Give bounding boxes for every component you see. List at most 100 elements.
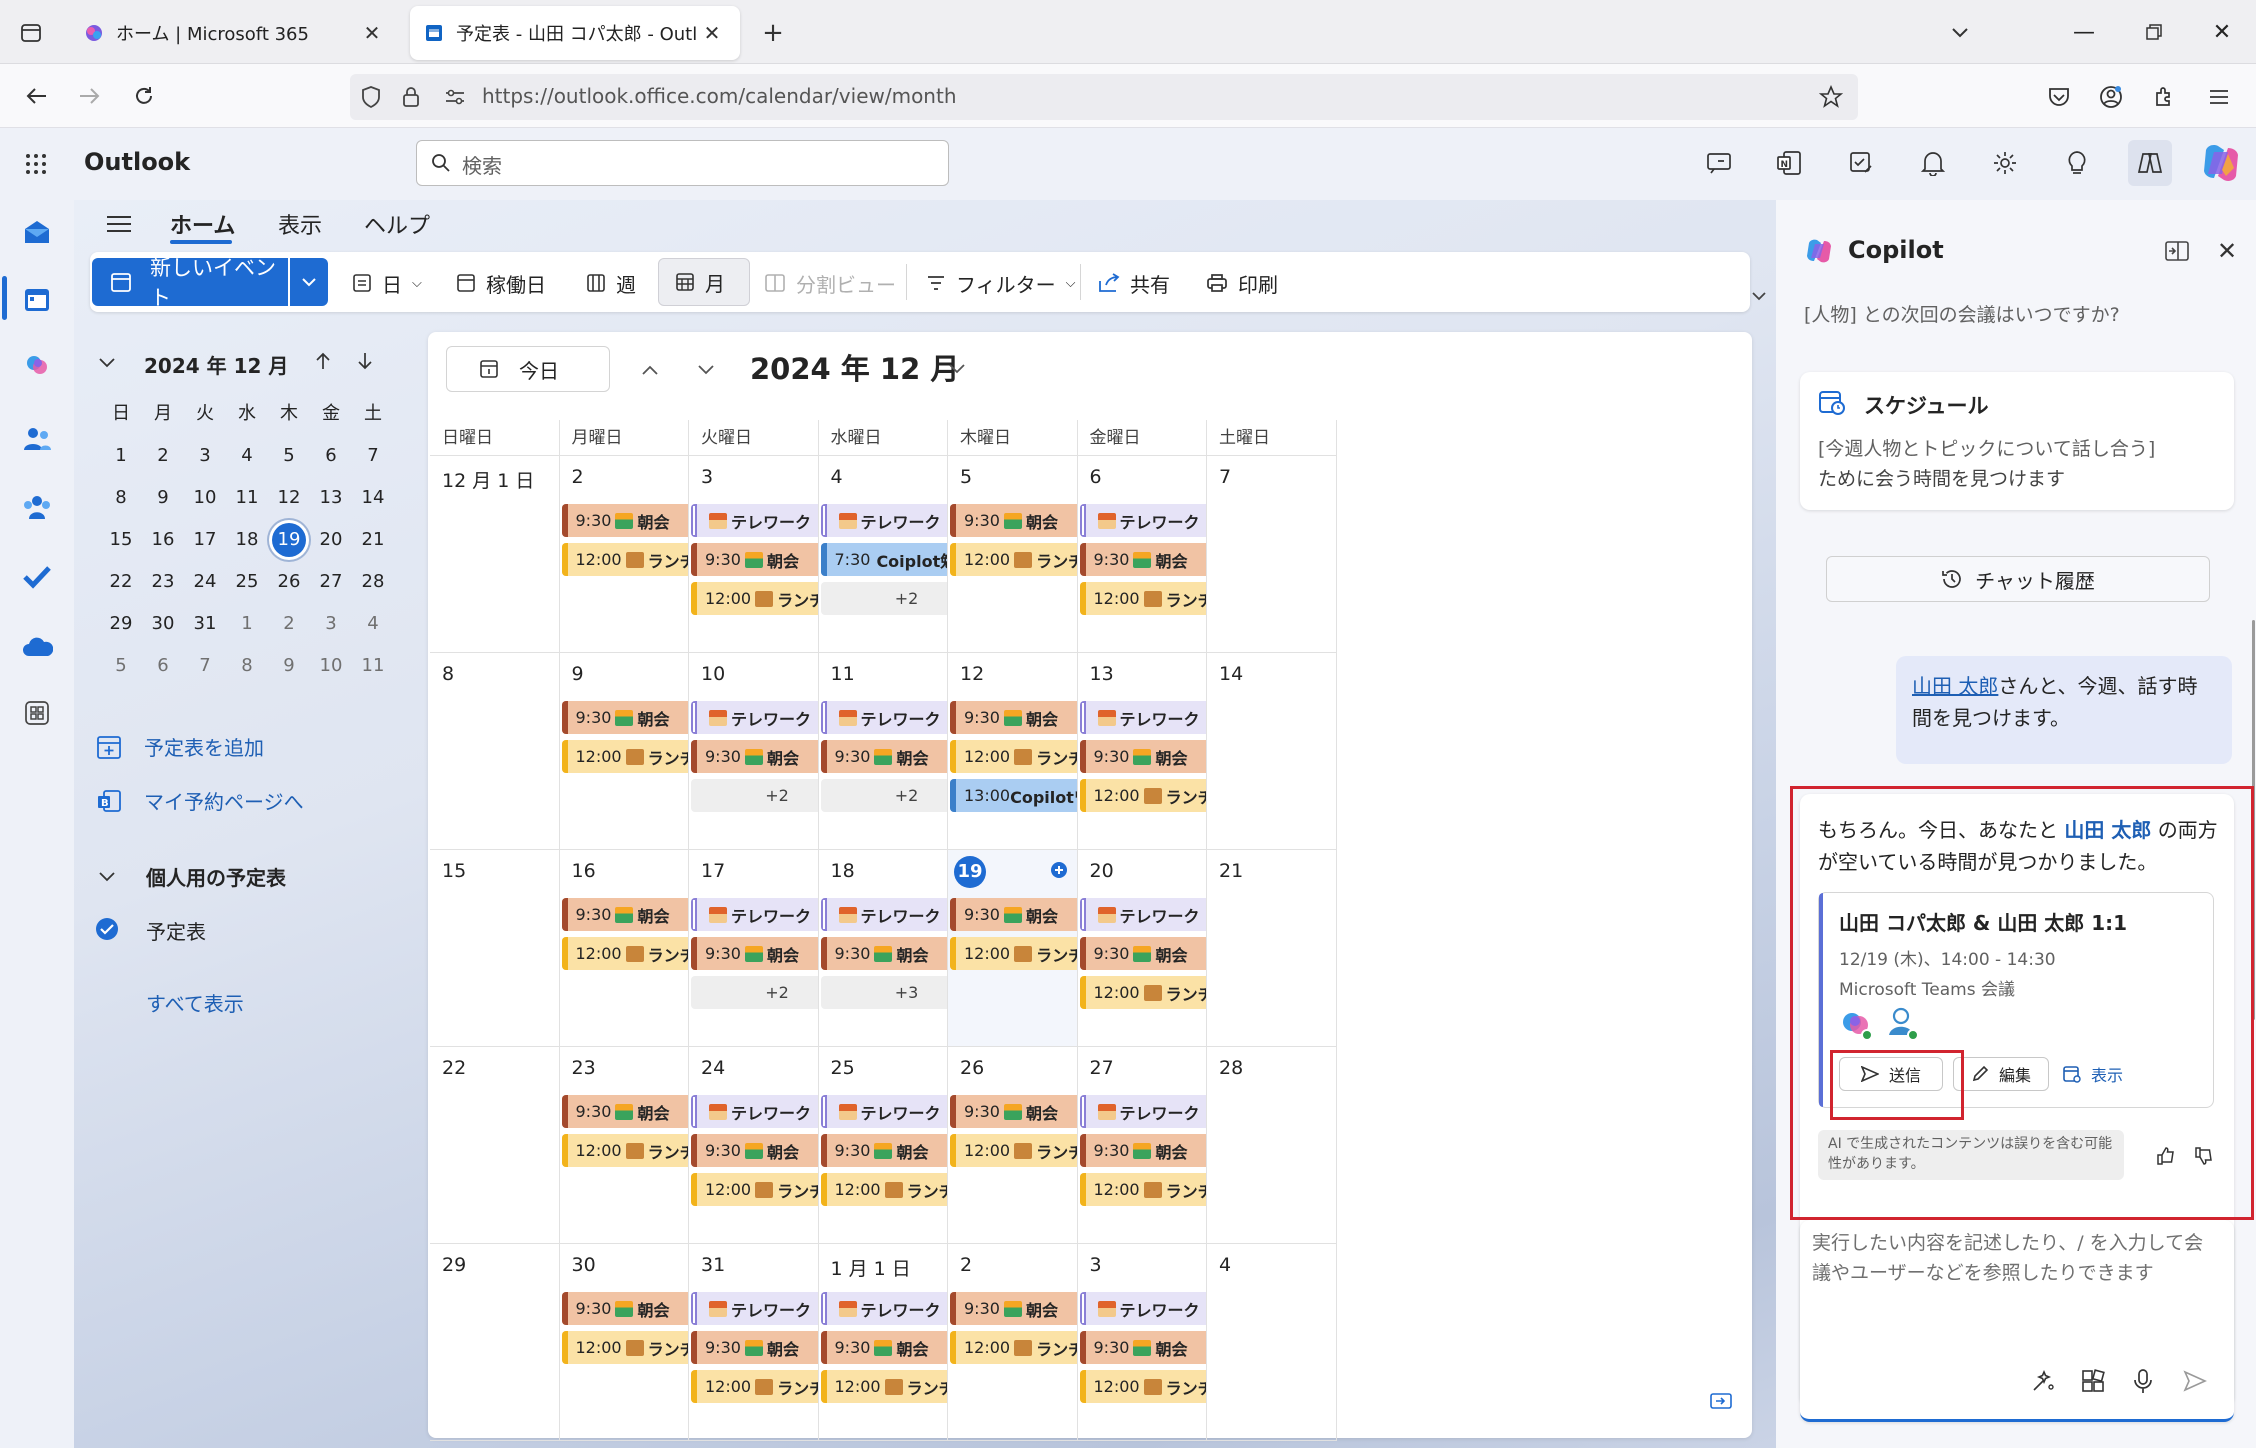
mini-cal-day[interactable]: 26 [268, 562, 310, 602]
calendar-day-cell[interactable]: 22 [430, 1047, 560, 1244]
calendar-event[interactable]: テレワーク [691, 1095, 818, 1128]
mini-cal-day[interactable]: 7 [352, 436, 394, 476]
calendar-day-cell[interactable]: 19 9:30 朝会 12:00 ランチタ [948, 850, 1078, 1047]
mini-cal-day[interactable]: 17 [184, 520, 226, 560]
calendar-event[interactable]: 9:30 朝会 [561, 898, 689, 931]
todo-icon[interactable] [1842, 144, 1880, 182]
calendar-event[interactable]: テレワーク [1079, 504, 1207, 537]
new-event-dropdown-icon[interactable] [290, 258, 328, 306]
new-tab-icon[interactable]: + [756, 16, 790, 50]
mini-cal-day[interactable]: 6 [142, 646, 184, 686]
mini-cal-day[interactable]: 23 [142, 562, 184, 602]
calendar-event[interactable]: テレワーク [820, 898, 948, 931]
mini-cal-day[interactable]: 16 [142, 520, 184, 560]
calendar-day-cell[interactable]: 5 9:30 朝会 12:00 ランチタ [948, 456, 1078, 653]
close-tab-icon[interactable]: ✕ [358, 21, 386, 45]
calendar-icon[interactable] [16, 278, 58, 320]
calendar-event[interactable]: 9:30 朝会 [1079, 937, 1207, 970]
mini-cal-collapse-chevron-icon[interactable] [94, 350, 120, 376]
calendar-event[interactable]: 12:00 ランチタ [691, 1370, 818, 1403]
mini-cal-day[interactable]: 11 [226, 478, 268, 518]
calendar-event[interactable]: テレワーク [691, 1292, 818, 1325]
mini-cal-day[interactable]: 18 [226, 520, 268, 560]
calendar-event[interactable]: 9:30 朝会 [561, 1292, 689, 1325]
calendar-event[interactable]: テレワーク [691, 701, 818, 734]
url-text[interactable]: https://outlook.office.com/calendar/view… [482, 84, 957, 108]
more-events-button[interactable]: +3 [820, 976, 948, 1009]
calendar-day-cell[interactable]: 28 [1207, 1047, 1337, 1244]
calendar-event[interactable]: 9:30 朝会 [1079, 740, 1207, 773]
calendar-day-cell[interactable]: 30 9:30 朝会 12:00 ランチタ [559, 1244, 689, 1441]
chat-input[interactable]: 実行したい内容を記述したり、/ を入力して会議やユーザーなどを参照したりできます [1800, 1220, 2234, 1422]
calendar-event[interactable]: 9:30 朝会 [950, 504, 1077, 537]
more-events-button[interactable]: +2 [820, 779, 948, 812]
prompt-sparkle-icon[interactable] [2026, 1364, 2060, 1398]
calendar-event[interactable]: 9:30 朝会 [950, 701, 1077, 734]
mini-cal-day[interactable]: 31 [184, 604, 226, 644]
calendar-day-cell[interactable]: 8 [430, 653, 560, 850]
calendar-day-cell[interactable]: 9 9:30 朝会 12:00 ランチタ [559, 653, 689, 850]
user-message-mention[interactable]: 山田 太郎 [1912, 674, 1998, 698]
window-close-icon[interactable]: ✕ [2202, 12, 2242, 52]
mini-cal-day[interactable]: 24 [184, 562, 226, 602]
calendar-event[interactable]: 9:30 朝会 [561, 1095, 689, 1128]
calendar-event[interactable]: 9:30 朝会 [820, 740, 948, 773]
bookmark-star-icon[interactable] [1814, 80, 1848, 114]
calendar-day-cell[interactable]: 27 テレワーク 9:30 朝会 12:00 ランチタ [1077, 1047, 1207, 1244]
mini-cal-day[interactable]: 1 [100, 436, 142, 476]
calendar-day-cell[interactable]: 3 テレワーク 9:30 朝会 12:00 ランチタ [1077, 1244, 1207, 1441]
mini-cal-day[interactable]: 29 [100, 604, 142, 644]
more-events-button[interactable]: +2 [820, 582, 948, 615]
mini-cal-day[interactable]: 10 [310, 646, 352, 686]
reload-icon[interactable] [126, 78, 162, 114]
calendar-event[interactable]: 9:30 朝会 [691, 937, 818, 970]
calendar-event[interactable]: 9:30 朝会 [561, 504, 689, 537]
mini-cal-day[interactable]: 9 [268, 646, 310, 686]
pocket-icon[interactable] [2042, 80, 2076, 114]
calendar-day-cell[interactable]: 20 テレワーク 9:30 朝会 12:00 ランチタ [1077, 850, 1207, 1047]
add-calendar-link[interactable]: 予定表を追加 [96, 732, 264, 761]
calendar-day-cell[interactable]: 31 テレワーク 9:30 朝会 12:00 ランチタ [689, 1244, 819, 1441]
calendar-event[interactable]: テレワーク [1079, 1292, 1207, 1325]
notification-bell-icon[interactable] [1914, 144, 1952, 182]
copilot-logo-icon[interactable] [2196, 138, 2246, 188]
calendar-event[interactable]: テレワーク [1079, 701, 1207, 734]
menu-icon[interactable] [2202, 80, 2236, 114]
calendar-event[interactable]: テレワーク [691, 504, 818, 537]
mini-cal-day[interactable]: 4 [226, 436, 268, 476]
workweek-view-button[interactable]: 稼働日 [456, 262, 546, 304]
calendar-event[interactable]: 12:00 ランチタ [950, 937, 1077, 970]
onedrive-icon[interactable] [16, 626, 58, 668]
calendar-day-cell[interactable]: 16 9:30 朝会 12:00 ランチタ [559, 850, 689, 1047]
close-tab-icon[interactable]: ✕ [698, 21, 726, 45]
calendar-event[interactable]: 12:00 ランチタ [691, 1173, 818, 1206]
calendar-day-cell[interactable]: 12 月 1 日 [430, 456, 560, 653]
calendar-event[interactable]: 12:00 ランチタ [561, 1134, 689, 1167]
calendar-day-cell[interactable]: 6 テレワーク 9:30 朝会 12:00 ランチタ [1077, 456, 1207, 653]
mini-cal-day[interactable]: 8 [226, 646, 268, 686]
mini-cal-day[interactable]: 7 [184, 646, 226, 686]
mini-cal-day[interactable]: 12 [268, 478, 310, 518]
calendar-event[interactable]: 12:00 ランチタ [691, 582, 818, 615]
calendar-event[interactable]: 9:30 朝会 [1079, 543, 1207, 576]
calendar-day-cell[interactable]: 2 9:30 朝会 12:00 ランチタ [948, 1244, 1078, 1441]
calendar-event[interactable]: 12:00 ランチタ [820, 1370, 948, 1403]
calendar-day-cell[interactable]: 21 [1207, 850, 1337, 1047]
calendar-day-cell[interactable]: 23 9:30 朝会 12:00 ランチタ [559, 1047, 689, 1244]
mini-cal-day[interactable]: 13 [310, 478, 352, 518]
calendar-day-cell[interactable]: 7 [1207, 456, 1337, 653]
calendar-event[interactable]: テレワーク [820, 504, 948, 537]
tab-overflow-chevron-icon[interactable] [1940, 16, 1980, 50]
mini-cal-day[interactable]: 6 [310, 436, 352, 476]
restore-icon[interactable] [2134, 12, 2174, 52]
calendar-event[interactable]: 7:30 Coiplot勉強会 [820, 543, 948, 576]
mini-cal-title[interactable]: 2024 年 12 月 [144, 350, 288, 379]
personal-calendars-header[interactable]: 個人用の予定表 [146, 862, 286, 891]
meet-now-icon[interactable] [1700, 144, 1738, 182]
calendar-event[interactable]: テレワーク [691, 898, 818, 931]
copilot-toggle-icon[interactable] [2128, 140, 2172, 186]
more-apps-icon[interactable] [16, 692, 58, 734]
calendar-event[interactable]: テレワーク [820, 701, 948, 734]
calendar-event[interactable]: 9:30 朝会 [691, 1134, 818, 1167]
calendar-event[interactable]: 9:30 朝会 [691, 543, 818, 576]
